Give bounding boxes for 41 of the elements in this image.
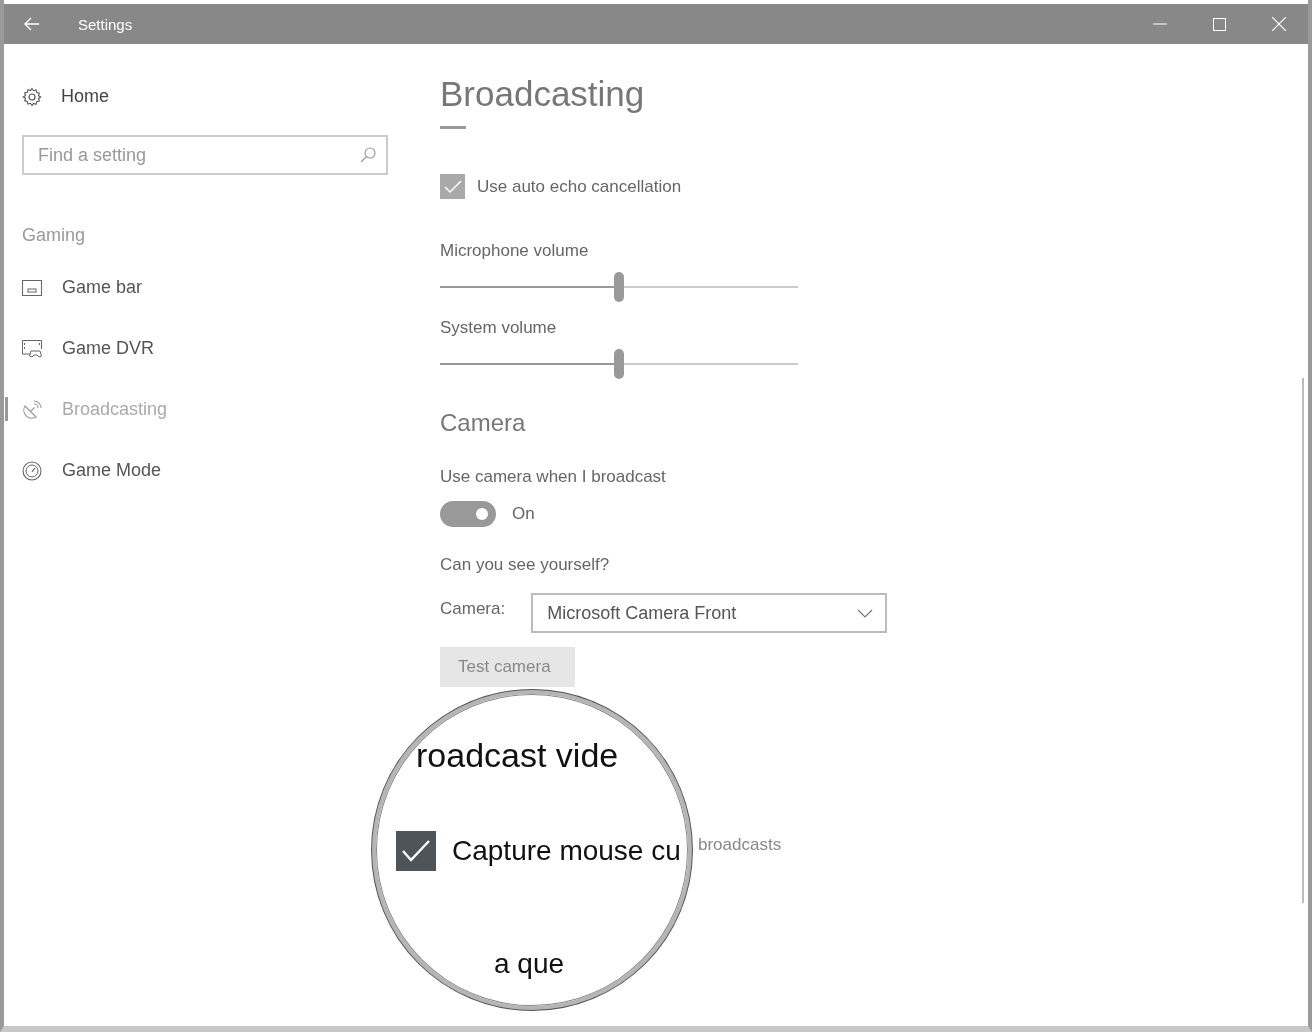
search-icon: [360, 147, 376, 163]
home-link[interactable]: Home: [22, 86, 109, 107]
slider[interactable]: [440, 349, 798, 379]
nav-item[interactable]: Game DVR: [22, 338, 155, 359]
settings-icon: [22, 86, 42, 107]
checkbox-label: broadcasts: [698, 835, 782, 855]
slider-thumb[interactable]: [614, 272, 624, 302]
checkbox[interactable]: [440, 174, 465, 199]
nav-item[interactable]: Game Mode: [22, 460, 162, 481]
slider[interactable]: [440, 272, 798, 302]
checkmark-icon: [401, 839, 431, 863]
slider-thumb[interactable]: [614, 349, 624, 379]
section-heading: roadcast vide: [416, 736, 619, 775]
toggle-switch[interactable]: [440, 501, 496, 527]
slider-label: System volume: [440, 318, 558, 338]
window-title: Settings: [78, 15, 133, 33]
camera-dropdown[interactable]: Microsoft Camera Front: [531, 593, 888, 633]
page-title: Broadcasting: [440, 74, 645, 114]
toggle-label: Use camera when I broadcast: [440, 467, 666, 487]
satellite-dish-icon: [22, 399, 42, 420]
section-heading: Camera: [440, 409, 526, 437]
controller-screen-icon: [22, 339, 42, 358]
checkbox-label: Capture mouse cu: [452, 835, 681, 867]
close-icon[interactable]: [1272, 17, 1286, 31]
nav-item[interactable]: Game bar: [22, 277, 143, 298]
slider-label: Microphone volume: [440, 241, 590, 261]
gauge-icon: [22, 460, 42, 481]
camera-label: Camera:: [440, 599, 506, 619]
back-arrow-icon: [24, 17, 40, 31]
checkmark-icon: [443, 179, 462, 194]
question-label: Can you see yourself?: [440, 555, 610, 575]
toggle-state: On: [512, 504, 535, 524]
section-label: Gaming: [22, 225, 86, 246]
section-heading: a que: [494, 948, 565, 980]
game-bar-icon: [22, 279, 42, 296]
scrollbar[interactable]: [1302, 378, 1304, 903]
maximize-icon[interactable]: [1213, 17, 1226, 31]
checkbox-label: Use auto echo cancellation: [477, 176, 682, 197]
checkbox[interactable]: [396, 831, 436, 871]
search-field[interactable]: Find a setting: [22, 135, 388, 175]
chevron-down-icon: [857, 608, 874, 618]
